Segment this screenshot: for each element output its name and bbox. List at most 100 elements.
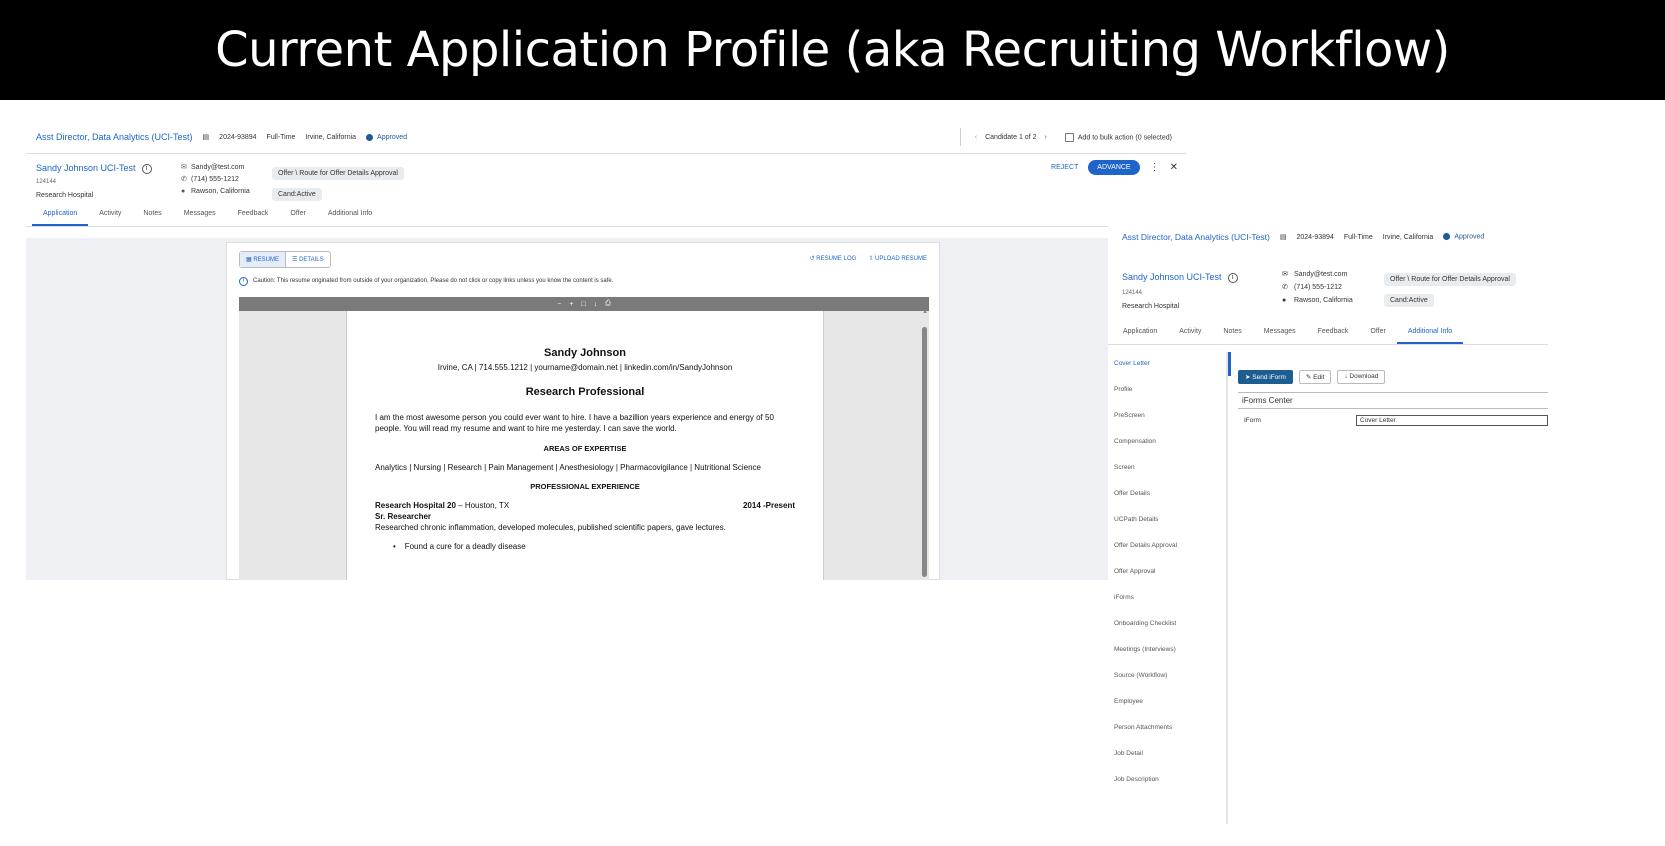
- tab-application[interactable]: Application: [1112, 328, 1168, 344]
- tab-feedback[interactable]: Feedback: [1307, 328, 1360, 344]
- tab-additional-info[interactable]: Additional Info: [1396, 328, 1464, 344]
- download-icon[interactable]: ↓: [594, 301, 598, 308]
- phone-icon: ✆: [1282, 284, 1288, 291]
- pdf-viewer[interactable]: Sandy Johnson Irvine, CA | 714.555.1212 …: [239, 309, 929, 580]
- details-toggle[interactable]: ☰ DETAILS: [286, 252, 330, 267]
- sidebar-item-job-description[interactable]: Job Description: [1108, 768, 1226, 794]
- info-icon[interactable]: i: [1227, 273, 1238, 284]
- upload-resume-link[interactable]: ⇧ UPLOAD RESUME: [868, 255, 927, 262]
- advance-button[interactable]: ADVANCE: [1088, 160, 1140, 175]
- resume-toggle[interactable]: ▦ RESUME: [240, 252, 287, 267]
- resume-summary: I am the most awesome person you could e…: [375, 413, 774, 433]
- close-icon[interactable]: ✕: [1170, 162, 1178, 173]
- tab-messages[interactable]: Messages: [1253, 328, 1307, 344]
- sidebar-item-screen[interactable]: Screen: [1108, 456, 1226, 482]
- id-card-icon[interactable]: ▤: [203, 133, 210, 141]
- zoom-out-icon[interactable]: −: [557, 301, 561, 308]
- scrollbar[interactable]: ▲: [922, 309, 928, 580]
- tab-notes[interactable]: Notes: [1212, 328, 1252, 344]
- candidate-id: 124144: [1122, 290, 1143, 296]
- job-line: Research Hospital 20 – Houston, TX 2014 …: [375, 501, 795, 510]
- job-id: 2024-93894: [1296, 233, 1334, 241]
- send-iform-button[interactable]: ➤ Send iForm: [1238, 370, 1293, 384]
- download-label: Download: [1349, 373, 1379, 380]
- zoom-in-icon[interactable]: +: [569, 301, 573, 308]
- job-location: Irvine, California: [305, 133, 357, 141]
- phone[interactable]: (714) 555-1212: [1294, 284, 1342, 291]
- employer: Research Hospital 20: [375, 501, 456, 510]
- document-area: ▦ RESUME ☰ DETAILS ↺ RESUME LOG ⇧ UPLOAD…: [26, 238, 1186, 580]
- edit-button[interactable]: ✎ Edit: [1298, 370, 1332, 384]
- email[interactable]: Sandy@test.com: [1294, 271, 1347, 278]
- mail-icon: ✉: [181, 164, 187, 171]
- job-title-link[interactable]: Asst Director, Data Analytics (UCI-Test): [36, 132, 193, 142]
- sidebar-item-employee[interactable]: Employee: [1108, 690, 1226, 716]
- location: Rawson, California: [1294, 297, 1353, 304]
- email[interactable]: Sandy@test.com: [191, 164, 244, 171]
- workflow-step-chip: Offer \ Route for Offer Details Approval: [272, 167, 404, 180]
- info-icon[interactable]: i: [141, 164, 152, 175]
- tab-notes[interactable]: Notes: [132, 210, 172, 226]
- job-id: 2024-93894: [219, 133, 257, 141]
- scroll-up-icon[interactable]: ▲: [922, 309, 928, 315]
- reject-button[interactable]: REJECT: [1051, 164, 1078, 171]
- chevron-right-icon[interactable]: ›: [1044, 134, 1046, 141]
- profile-tabs: Application Activity Notes Messages Feed…: [1112, 328, 1464, 344]
- resume-toggle-label: RESUME: [253, 257, 280, 263]
- application-screenshot: Asst Director, Data Analytics (UCI-Test)…: [26, 120, 1186, 580]
- candidate-status-chip: Cand:Active: [1384, 294, 1434, 307]
- job-dates: 2014 -Present: [742, 501, 795, 510]
- sidebar-item-onboarding-checklist[interactable]: Onboarding Checklist: [1108, 612, 1226, 638]
- sidebar-item-ucpath-details[interactable]: UCPath Details: [1108, 508, 1226, 534]
- id-card-icon[interactable]: ▤: [1280, 233, 1287, 241]
- tab-activity[interactable]: Activity: [88, 210, 132, 226]
- expertise-heading: AREAS OF EXPERTISE: [543, 444, 627, 453]
- job-role: Sr. Researcher: [375, 512, 432, 521]
- job-type: Full-Time: [1343, 233, 1373, 241]
- fit-page-icon[interactable]: □: [581, 301, 585, 308]
- contact-info: ✉ Sandy@test.com ✆ (714) 555-1212 ● Rawson,…: [181, 162, 250, 198]
- sidebar-item-offer-details[interactable]: Offer Details: [1108, 482, 1226, 508]
- more-vert-icon[interactable]: ⋮: [1150, 162, 1160, 173]
- sidebar-item-profile[interactable]: Profile: [1108, 378, 1226, 404]
- bulk-action-checkbox[interactable]: [1064, 132, 1074, 142]
- banner-title: Current Application Profile (aka Recruit…: [215, 22, 1450, 78]
- tab-application[interactable]: Application: [32, 210, 89, 226]
- candidate-name-link[interactable]: Sandy Johnson UCI-Test: [1122, 272, 1222, 282]
- sidebar-item-job-detail[interactable]: Job Detail: [1108, 742, 1226, 768]
- candidate-status-chip: Cand:Active: [272, 188, 322, 201]
- sidebar-item-iforms[interactable]: iForms: [1108, 586, 1226, 612]
- job-title-link[interactable]: Asst Director, Data Analytics (UCI-Test): [1122, 232, 1270, 242]
- sidebar-item-cover-letter[interactable]: Cover Letter: [1108, 352, 1226, 378]
- tab-offer[interactable]: Offer: [1359, 328, 1396, 344]
- sidebar-item-offer-approval[interactable]: Offer Approval: [1108, 560, 1226, 586]
- edit-label: Edit: [1313, 374, 1325, 381]
- sidebar-item-compensation[interactable]: Compensation: [1108, 430, 1226, 456]
- download-button[interactable]: ↓ Download: [1337, 370, 1386, 384]
- tab-activity[interactable]: Activity: [1168, 328, 1212, 344]
- sidebar-item-prescreen[interactable]: PreScreen: [1108, 404, 1226, 430]
- view-toggle: ▦ RESUME ☰ DETAILS: [239, 251, 331, 268]
- candidate-info: Sandy Johnson UCI-Test i 124144 Research …: [36, 162, 152, 202]
- phone[interactable]: (714) 555-1212: [191, 176, 239, 183]
- tab-offer[interactable]: Offer: [279, 210, 316, 226]
- iform-toolbar: ➤ Send iForm ✎ Edit ↓ Download: [1238, 370, 1548, 384]
- iform-select[interactable]: Cover Letter: [1356, 415, 1548, 426]
- scroll-thumb[interactable]: [922, 327, 927, 577]
- sidebar-item-meetings[interactable]: Meetings (Interviews): [1108, 638, 1226, 664]
- tab-feedback[interactable]: Feedback: [227, 210, 280, 226]
- viewer-toolbar: − + □ ↓ ⎙: [239, 297, 929, 311]
- candidate-name-link[interactable]: Sandy Johnson UCI-Test: [36, 163, 136, 173]
- sidebar-item-person-attachments[interactable]: Person Attachments: [1108, 716, 1226, 742]
- tab-additional-info[interactable]: Additional Info: [317, 210, 383, 226]
- location-icon: ●: [181, 188, 186, 195]
- resume-card: ▦ RESUME ☰ DETAILS ↺ RESUME LOG ⇧ UPLOAD…: [226, 242, 940, 580]
- print-icon[interactable]: ⎙: [605, 300, 611, 308]
- sidebar-item-offer-details-approval[interactable]: Offer Details Approval: [1108, 534, 1226, 560]
- resume-log-link[interactable]: ↺ RESUME LOG: [810, 255, 857, 262]
- chevron-left-icon[interactable]: ‹: [975, 134, 977, 141]
- tab-messages[interactable]: Messages: [173, 210, 227, 226]
- additional-info-screenshot: Asst Director, Data Analytics (UCI-Test)…: [1108, 222, 1548, 824]
- mail-icon: ✉: [1282, 271, 1288, 278]
- sidebar-item-source-workflow[interactable]: Source (Workflow): [1108, 664, 1226, 690]
